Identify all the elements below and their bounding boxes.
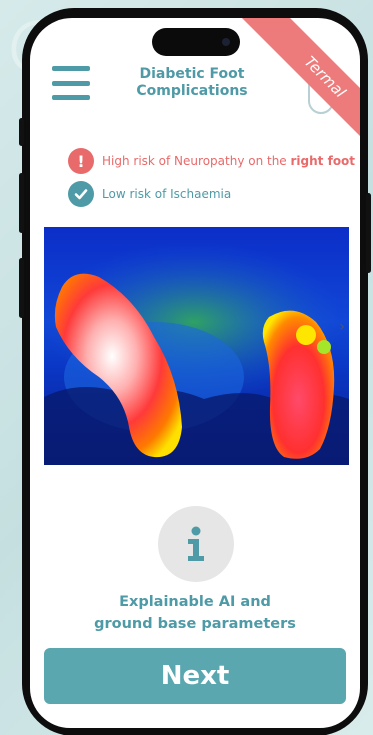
ribbon-label: Termal bbox=[238, 18, 360, 164]
check-icon bbox=[68, 181, 94, 207]
phone-side-button bbox=[19, 118, 24, 146]
explainable-ai-caption: Explainable AI and ground base parameter… bbox=[94, 594, 296, 632]
thermal-foot-image: › bbox=[44, 227, 349, 465]
exclamation-icon: ! bbox=[68, 148, 94, 174]
corner-ribbon: Termal bbox=[210, 18, 360, 168]
info-icon[interactable] bbox=[158, 506, 234, 582]
phone-volume-down bbox=[19, 258, 24, 318]
neuropathy-alert-text: High risk of Neuropathy on the right foo… bbox=[102, 154, 356, 168]
phone-power-button bbox=[366, 193, 371, 273]
phone-volume-up bbox=[19, 173, 24, 233]
chevron-right-icon[interactable]: › bbox=[339, 319, 345, 335]
ischaemia-alert-text: Low risk of Ischaemia bbox=[102, 187, 232, 201]
ischaemia-alert: Low risk of Ischaemia bbox=[68, 181, 231, 207]
next-button[interactable]: Next bbox=[44, 648, 346, 704]
menu-button[interactable] bbox=[52, 66, 90, 100]
info-glyph bbox=[188, 526, 204, 561]
thermal-foot-scan bbox=[44, 242, 349, 465]
hamburger-icon bbox=[52, 66, 90, 71]
neuropathy-alert: ! High risk of Neuropathy on the right f… bbox=[68, 148, 355, 174]
app-screen: Diabetic Foot Complications Termal ! Hig… bbox=[30, 18, 360, 728]
